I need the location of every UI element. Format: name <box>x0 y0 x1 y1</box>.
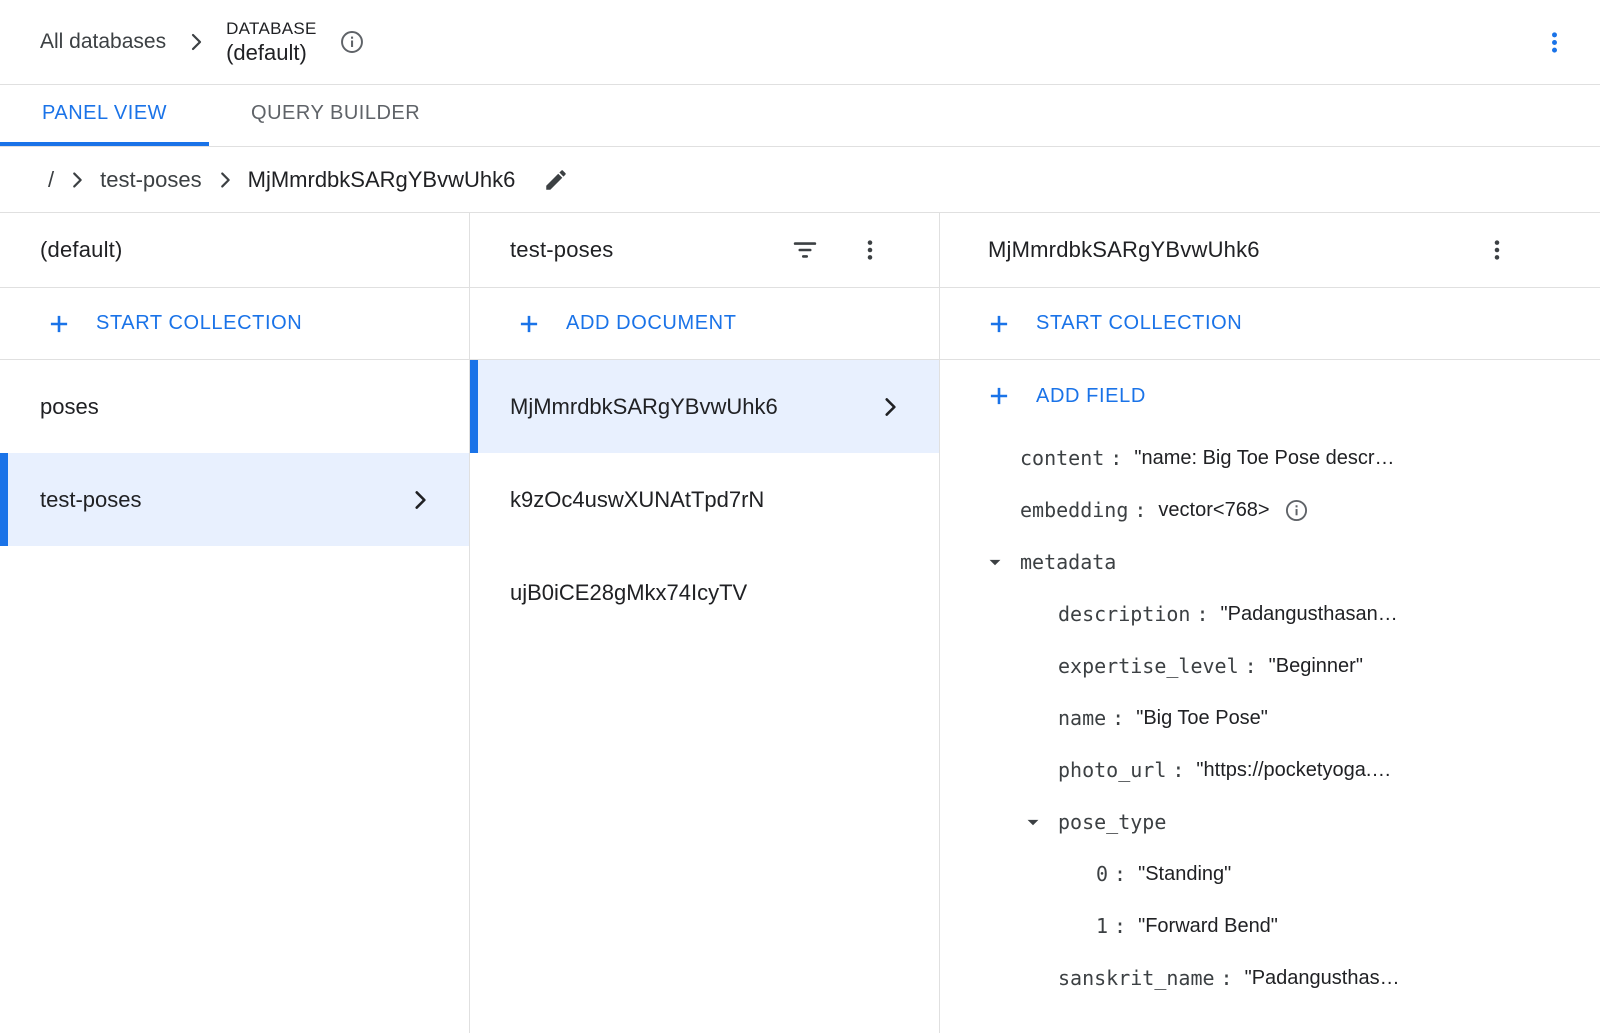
field-value: "https://pocketyoga.… <box>1196 759 1391 782</box>
field-key: content <box>1020 446 1104 470</box>
collection-name: test-poses <box>40 487 142 513</box>
filter-icon[interactable] <box>791 236 819 264</box>
collapse-arrow-icon[interactable] <box>982 549 1020 575</box>
app-header: All databases DATABASE (default) <box>0 0 1600 85</box>
document-panel-header: MjMmrdbkSARgYBvwUhk6 <box>940 213 1600 288</box>
document-id: ujB0iCE28gMkx74IcyTV <box>510 580 747 606</box>
database-panel: (default) START COLLECTION poses test-po… <box>0 213 470 1033</box>
tab-query-builder[interactable]: QUERY BUILDER <box>209 85 462 146</box>
field-row-description[interactable]: description : "Padangusthasan… <box>940 588 1600 640</box>
collection-row-test-poses[interactable]: test-poses <box>0 453 469 546</box>
field-row-expertise-level[interactable]: expertise_level : "Beginner" <box>940 640 1600 692</box>
plus-icon <box>986 311 1012 337</box>
document-row[interactable]: k9zOc4uswXUNAtTpd7rN <box>470 453 939 546</box>
add-field-label: ADD FIELD <box>1036 385 1146 408</box>
chevron-right-icon <box>407 487 433 513</box>
field-colon: : <box>1114 914 1126 938</box>
field-value: "Padangusthas… <box>1245 967 1400 990</box>
panel-view-columns: (default) START COLLECTION poses test-po… <box>0 213 1600 1033</box>
field-value: "Standing" <box>1138 863 1231 886</box>
plus-icon <box>986 383 1012 409</box>
field-key: sanskrit_name <box>1058 966 1215 990</box>
field-key: expertise_level <box>1058 654 1239 678</box>
field-value: "Beginner" <box>1269 655 1363 678</box>
field-colon: : <box>1172 758 1184 782</box>
field-row-content[interactable]: content : "name: Big Toe Pose descr… <box>940 432 1600 484</box>
database-panel-header: (default) <box>0 213 469 288</box>
add-document-label: ADD DOCUMENT <box>566 312 737 335</box>
chevron-right-icon <box>214 169 236 191</box>
start-collection-label: START COLLECTION <box>1036 312 1242 335</box>
info-icon[interactable] <box>339 29 365 55</box>
more-options-icon[interactable] <box>857 237 883 263</box>
chevron-right-icon <box>877 394 903 420</box>
document-fields: content : "name: Big Toe Pose descr… emb… <box>940 432 1600 1004</box>
field-value: "Big Toe Pose" <box>1136 707 1268 730</box>
add-field-button[interactable]: ADD FIELD <box>940 360 1600 432</box>
document-panel-title: MjMmrdbkSARgYBvwUhk6 <box>988 237 1260 263</box>
document-id: k9zOc4uswXUNAtTpd7rN <box>510 487 764 513</box>
field-row-metadata[interactable]: metadata <box>940 536 1600 588</box>
plus-icon <box>516 311 542 337</box>
info-icon[interactable] <box>1284 498 1309 523</box>
field-colon: : <box>1134 498 1146 522</box>
edit-pencil-icon[interactable] <box>543 167 569 193</box>
field-key: photo_url <box>1058 758 1166 782</box>
field-row-name[interactable]: name : "Big Toe Pose" <box>940 692 1600 744</box>
field-row-photo-url[interactable]: photo_url : "https://pocketyoga.… <box>940 744 1600 796</box>
field-value: "Padangusthasan… <box>1221 603 1398 626</box>
document-panel: MjMmrdbkSARgYBvwUhk6 START COLLECTION AD… <box>940 213 1600 1033</box>
field-value: "name: Big Toe Pose descr… <box>1134 447 1394 470</box>
start-collection-label: START COLLECTION <box>96 312 302 335</box>
field-key: metadata <box>1020 550 1116 574</box>
collection-panel: test-poses ADD DOCUMENT MjMmrdbkSARgYBvw… <box>470 213 940 1033</box>
field-colon: : <box>1114 862 1126 886</box>
collection-name: poses <box>40 394 99 420</box>
breadcrumb-all-databases[interactable]: All databases <box>40 30 166 54</box>
field-colon: : <box>1196 602 1208 626</box>
database-name: (default) <box>226 39 317 67</box>
collapse-arrow-icon[interactable] <box>1020 809 1058 835</box>
field-colon: : <box>1221 966 1233 990</box>
chevron-right-icon <box>66 169 88 191</box>
breadcrumb-document: MjMmrdbkSARgYBvwUhk6 <box>248 167 516 193</box>
collection-panel-header: test-poses <box>470 213 939 288</box>
start-collection-button[interactable]: START COLLECTION <box>940 288 1600 360</box>
document-row[interactable]: MjMmrdbkSARgYBvwUhk6 <box>470 360 939 453</box>
database-panel-title: (default) <box>40 237 123 263</box>
start-collection-button[interactable]: START COLLECTION <box>0 288 469 360</box>
field-colon: : <box>1245 654 1257 678</box>
field-row-pose-type-1[interactable]: 1 : "Forward Bend" <box>940 900 1600 952</box>
document-row[interactable]: ujB0iCE28gMkx74IcyTV <box>470 546 939 639</box>
more-options-icon[interactable] <box>1484 237 1510 263</box>
field-colon: : <box>1112 706 1124 730</box>
add-document-button[interactable]: ADD DOCUMENT <box>470 288 939 360</box>
field-row-sanskrit-name[interactable]: sanskrit_name : "Padangusthas… <box>940 952 1600 1004</box>
collection-row-poses[interactable]: poses <box>0 360 469 453</box>
field-key: description <box>1058 602 1190 626</box>
more-options-icon[interactable] <box>1535 23 1574 62</box>
plus-icon <box>46 311 72 337</box>
field-key: 1 <box>1096 914 1108 938</box>
field-key: 0 <box>1096 862 1108 886</box>
database-selector[interactable]: DATABASE (default) <box>226 18 317 67</box>
view-tabs: PANEL VIEW QUERY BUILDER <box>0 85 1600 147</box>
field-key: pose_type <box>1058 810 1166 834</box>
path-breadcrumb: / test-poses MjMmrdbkSARgYBvwUhk6 <box>0 147 1600 213</box>
field-value: "Forward Bend" <box>1138 915 1278 938</box>
breadcrumb-collection[interactable]: test-poses <box>100 167 202 193</box>
field-value: vector<768> <box>1158 499 1269 522</box>
field-row-pose-type-0[interactable]: 0 : "Standing" <box>940 848 1600 900</box>
chevron-right-icon <box>184 30 208 54</box>
field-row-pose-type[interactable]: pose_type <box>940 796 1600 848</box>
tab-panel-view[interactable]: PANEL VIEW <box>0 85 209 146</box>
document-id: MjMmrdbkSARgYBvwUhk6 <box>510 394 778 420</box>
database-eyebrow-label: DATABASE <box>226 18 317 39</box>
breadcrumb-root[interactable]: / <box>48 167 54 193</box>
field-colon: : <box>1110 446 1122 470</box>
field-key: name <box>1058 706 1106 730</box>
field-key: embedding <box>1020 498 1128 522</box>
field-row-embedding[interactable]: embedding : vector<768> <box>940 484 1600 536</box>
collection-panel-title: test-poses <box>510 237 614 263</box>
